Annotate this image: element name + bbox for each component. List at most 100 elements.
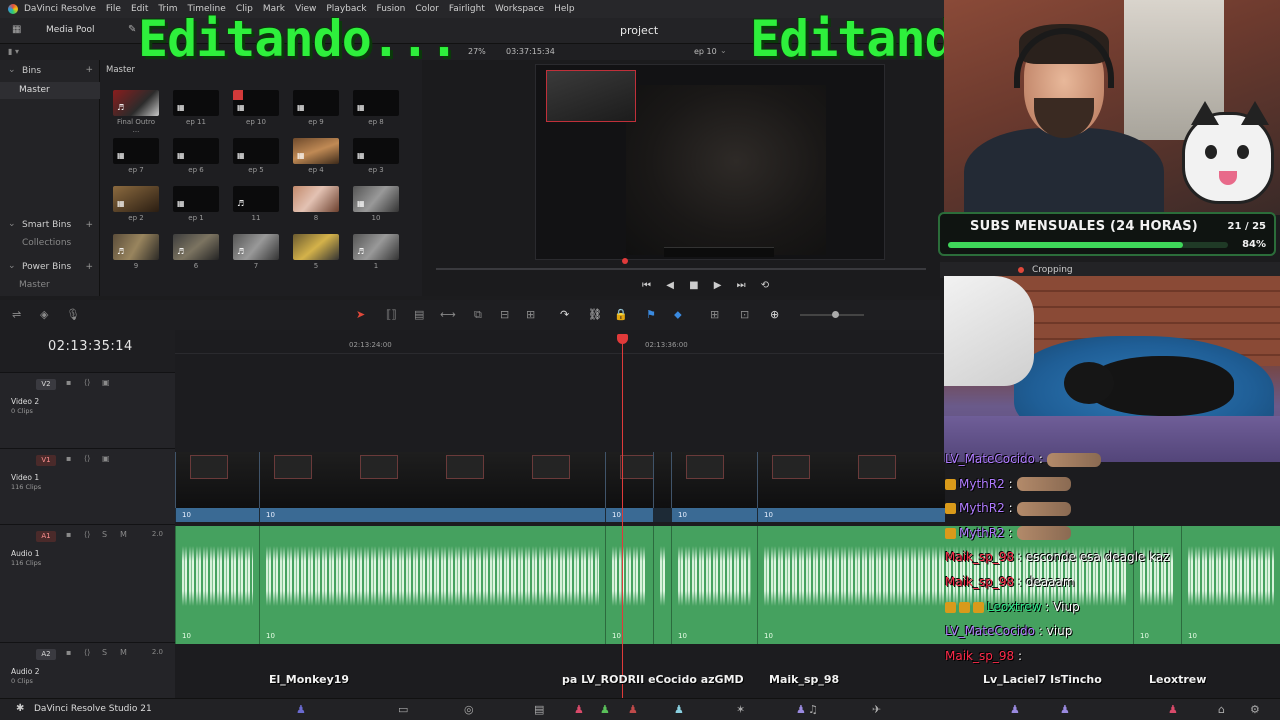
viewer-zoom[interactable]: 27%: [468, 47, 486, 56]
viewer-frame[interactable]: [535, 64, 885, 260]
add-power-bin-icon[interactable]: +: [85, 262, 93, 272]
cut-page-icon[interactable]: ◎: [464, 703, 474, 716]
bins-collapse-icon[interactable]: ⌄: [8, 65, 16, 75]
play-icon[interactable]: ▶: [714, 280, 722, 291]
audio-clip[interactable]: 10: [175, 526, 259, 644]
mute-icon[interactable]: M: [120, 648, 127, 657]
video-clip[interactable]: 10: [175, 452, 259, 522]
track-badge[interactable]: A1: [36, 531, 56, 542]
chevron-down-icon[interactable]: ⌄: [720, 46, 727, 55]
auto-select-icon[interactable]: ⟨⟩: [84, 454, 90, 463]
media-page-icon[interactable]: ▭: [398, 703, 408, 716]
mute-icon[interactable]: M: [120, 530, 127, 539]
zoom-custom-icon[interactable]: ⊕: [770, 308, 779, 321]
mic-icon[interactable]: 🎙: [66, 308, 80, 321]
media-clip-thumbnail[interactable]: ▦: [113, 186, 159, 212]
media-clip-thumbnail[interactable]: ▦: [173, 186, 219, 212]
smart-bins-header[interactable]: Smart Bins: [22, 220, 71, 230]
bin-master[interactable]: Master: [0, 82, 100, 99]
lock-track-icon[interactable]: ▪: [66, 530, 71, 539]
marker-icon[interactable]: ⬥: [674, 308, 682, 322]
timeline-playhead[interactable]: [617, 334, 628, 700]
snapping-icon[interactable]: ↷: [560, 308, 569, 321]
overwrite-clip-icon[interactable]: ⊟: [500, 308, 509, 321]
track-badge[interactable]: A2: [36, 649, 56, 660]
power-bins-collapse-icon[interactable]: ⌄: [8, 261, 16, 271]
media-clip-thumbnail[interactable]: ▦: [353, 138, 399, 164]
track-badge[interactable]: V2: [36, 379, 56, 390]
lock-track-icon[interactable]: ▪: [66, 378, 71, 387]
selection-tool-icon[interactable]: ➤: [356, 308, 365, 321]
menu-help[interactable]: Help: [554, 4, 575, 14]
video-clip[interactable]: 10: [605, 452, 658, 522]
add-bin-icon[interactable]: +: [85, 65, 93, 75]
mixer-icon[interactable]: ◈: [40, 308, 48, 321]
deliver-page-icon[interactable]: ✈: [872, 703, 881, 716]
media-clip-thumbnail[interactable]: [293, 186, 339, 212]
cropping-label[interactable]: Cropping: [1032, 265, 1073, 275]
edit-page-icon[interactable]: ▤: [534, 703, 544, 716]
media-clip-thumbnail[interactable]: ♬: [233, 234, 279, 260]
media-clip-thumbnail[interactable]: ▦: [113, 138, 159, 164]
power-bins-header[interactable]: Power Bins: [22, 262, 71, 272]
power-bin-master[interactable]: Master: [19, 280, 50, 290]
media-clip-thumbnail[interactable]: ▦: [353, 186, 399, 212]
dynamic-trim-icon[interactable]: ⟷: [440, 308, 456, 321]
timeline-selector[interactable]: ep 10: [694, 47, 717, 56]
audio-clip[interactable]: 10: [605, 526, 653, 644]
audio-clip[interactable]: 10: [259, 526, 605, 644]
loop-icon[interactable]: ⟲: [761, 280, 769, 291]
track-enable-icon[interactable]: ▣: [102, 454, 110, 463]
track-enable-icon[interactable]: ▣: [102, 378, 110, 387]
skip-back-icon[interactable]: ⏮: [642, 280, 651, 291]
solo-icon[interactable]: S: [102, 648, 107, 657]
stop-icon[interactable]: ■: [689, 280, 698, 291]
effects-icon[interactable]: ✎: [128, 24, 136, 35]
auto-select-icon[interactable]: ⟨⟩: [84, 530, 90, 539]
lock-track-icon[interactable]: ▪: [66, 454, 71, 463]
audio-clip[interactable]: 10: [671, 526, 757, 644]
insert-clip-icon[interactable]: ⧉: [474, 308, 482, 322]
cropping-enabled-icon[interactable]: [1018, 267, 1024, 273]
zoom-fit-icon[interactable]: ⊞: [710, 308, 719, 321]
smart-bins-collapse-icon[interactable]: ⌄: [8, 219, 16, 229]
media-clip-thumbnail[interactable]: ▦: [173, 90, 219, 116]
media-clip-thumbnail[interactable]: ▦: [233, 90, 279, 116]
media-clip-thumbnail[interactable]: ▦: [173, 138, 219, 164]
video-clip[interactable]: [653, 452, 671, 508]
link-icon[interactable]: ⛓: [588, 308, 602, 321]
blade-tool-icon[interactable]: ▤: [414, 308, 424, 321]
media-pool-icon[interactable]: ▦: [12, 24, 21, 35]
media-clip-thumbnail[interactable]: ♬: [173, 234, 219, 260]
flag-icon[interactable]: ⚑: [646, 308, 656, 321]
auto-select-icon[interactable]: ⟨⟩: [84, 378, 90, 387]
viewer-scrub-bar[interactable]: [436, 268, 926, 270]
track-badge[interactable]: V1: [36, 455, 56, 466]
media-pool-button[interactable]: Media Pool: [46, 25, 95, 35]
audio-clip[interactable]: [653, 526, 671, 644]
lock-track-icon[interactable]: ▪: [66, 648, 71, 657]
media-clip-thumbnail[interactable]: ▦: [353, 90, 399, 116]
collections-item[interactable]: Collections: [22, 238, 71, 248]
skip-forward-icon[interactable]: ⏭: [737, 280, 746, 291]
video-clip[interactable]: 10: [757, 452, 945, 522]
lock-icon[interactable]: 🔒: [614, 308, 628, 321]
auto-select-icon[interactable]: ⟨⟩: [84, 648, 90, 657]
media-clip-thumbnail[interactable]: ♬: [353, 234, 399, 260]
media-clip-thumbnail[interactable]: ▦: [293, 90, 339, 116]
menu-file[interactable]: File: [106, 4, 121, 14]
zoom-slider-handle[interactable]: [832, 311, 839, 318]
media-clip-thumbnail[interactable]: ▦: [233, 138, 279, 164]
viewer-playhead[interactable]: [622, 258, 628, 264]
replace-clip-icon[interactable]: ⊞: [526, 308, 535, 321]
video-clip[interactable]: 10: [671, 452, 757, 522]
step-back-icon[interactable]: ◀: [666, 280, 674, 291]
zoom-detail-icon[interactable]: ⊡: [740, 308, 749, 321]
layout-icon[interactable]: ⇌: [12, 308, 21, 321]
panel-toggle-icon[interactable]: ▮ ▾: [8, 47, 19, 56]
media-clip-thumbnail[interactable]: ▦: [293, 138, 339, 164]
fusion-page-icon[interactable]: ✶: [736, 703, 745, 716]
media-clip-thumbnail[interactable]: ♬: [113, 90, 159, 116]
media-clip-thumbnail[interactable]: ♬: [113, 234, 159, 260]
settings-gear-icon[interactable]: ⚙: [1250, 703, 1260, 716]
